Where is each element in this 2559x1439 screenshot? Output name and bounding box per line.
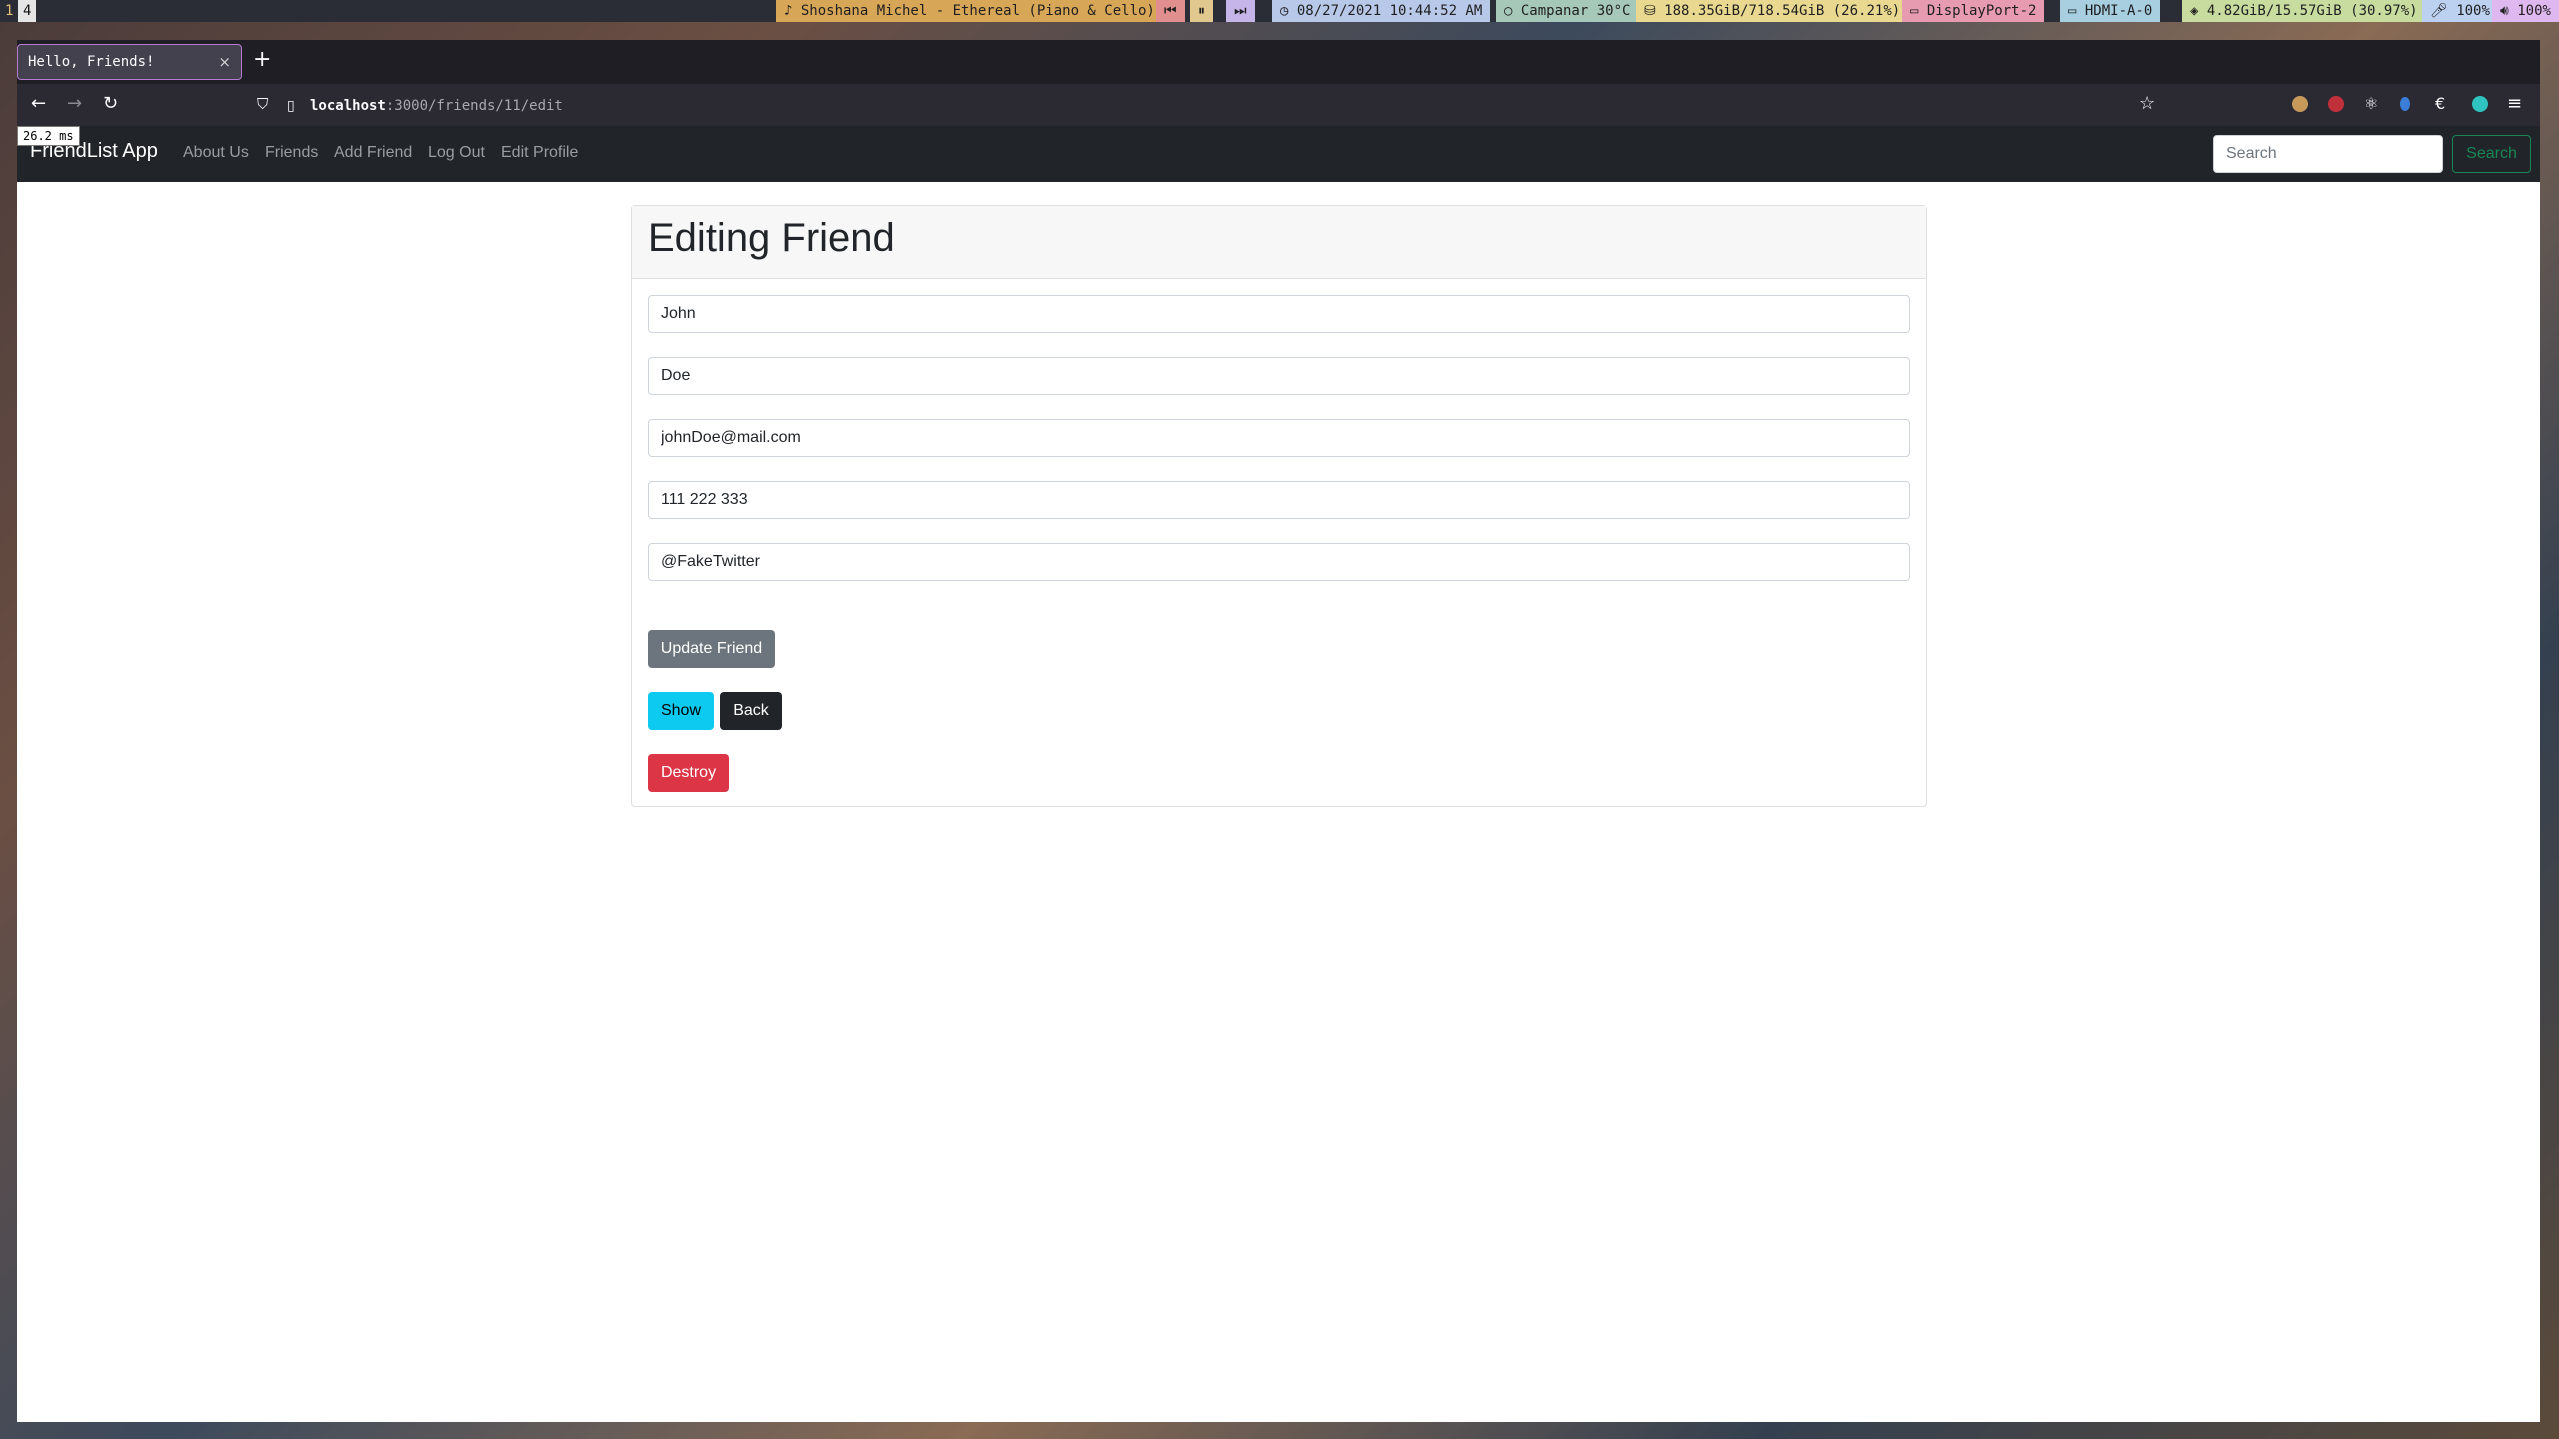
memory-icon: ◈ [2190,3,2207,19]
music-status[interactable]: ♪ Shoshana Michel - Ethereal (Piano & Ce… [776,0,1163,22]
music-icon: ♪ [784,3,801,19]
monitor-icon: ▭ [1910,3,1927,19]
url-host: localhost [310,98,386,114]
nav-add-friend[interactable]: Add Friend [334,144,412,162]
volume-status[interactable]: 🔊︎ 100% [2492,0,2559,22]
nav-log-out[interactable]: Log Out [428,144,485,162]
menu-icon[interactable]: ≡ [2507,94,2522,114]
extension-icon-4[interactable] [2400,97,2410,111]
microphone-icon: 🎤︎ [2430,3,2457,19]
close-tab-icon[interactable]: × [218,53,231,71]
next-track-button[interactable]: ⏭ [1226,0,1255,22]
destroy-button[interactable]: Destroy [648,754,729,792]
prev-track-button[interactable]: ⏮ [1156,0,1185,22]
forward-arrow-icon[interactable]: → [67,94,82,114]
monitor-icon: ▭ [2068,3,2085,19]
nav-about-us[interactable]: About Us [183,144,249,162]
tab-title: Hello, Friends! [28,54,155,70]
first-name-field[interactable] [648,295,1910,333]
display-status-1: ▭ DisplayPort-2 [1902,0,2045,22]
shield-icon[interactable]: ⛉ [257,94,268,114]
nav-friends[interactable]: Friends [265,144,318,162]
browser-window: Hello, Friends! × + ← → ↻ ⛉ ▯ localhost:… [17,40,2540,1422]
url-bar[interactable]: localhost:3000/friends/11/edit [310,96,563,116]
lock-icon: ⛁ [1644,3,1665,19]
new-tab-icon[interactable]: + [253,49,271,71]
extension-icon-1[interactable] [2292,96,2308,112]
clock-icon: ◷ [1280,3,1297,19]
pause-button[interactable]: ⏸ [1190,0,1213,22]
card-header: Editing Friend [632,206,1926,279]
phone-field[interactable] [648,481,1910,519]
mic-status[interactable]: 🎤︎ 100% [2422,0,2498,22]
browser-toolbar: ← → ↻ ⛉ ▯ localhost:3000/friends/11/edit… [17,84,2540,126]
tab-strip: Hello, Friends! × + [17,40,2540,84]
reload-icon[interactable]: ↻ [103,94,118,114]
edit-friend-card: Editing Friend Update Friend Show Back D… [631,205,1927,807]
page-title: Editing Friend [648,216,895,260]
search-button[interactable]: Search [2452,135,2531,173]
browser-tab-active[interactable]: Hello, Friends! × [17,44,242,80]
nav-edit-profile[interactable]: Edit Profile [501,144,578,162]
display-status-2: ▭ HDMI-A-0 [2060,0,2161,22]
bookmark-star-icon[interactable]: ☆ [2139,94,2155,114]
page-icon: ▯ [287,98,295,114]
react-devtools-icon[interactable]: ⚛ [2364,94,2378,114]
weather-status: ○ Campanar 30°C [1496,0,1639,22]
extension-icon-5[interactable]: € [2435,94,2445,114]
extension-icon-6[interactable] [2472,96,2488,112]
show-button[interactable]: Show [648,692,714,730]
back-arrow-icon[interactable]: ← [31,94,46,114]
app-navbar: FriendList App About Us Friends Add Frie… [17,126,2540,182]
speaker-icon: 🔊︎ [2500,3,2518,19]
weather-icon: ○ [1504,3,1521,19]
system-status-bar: 1 4 ♪ Shoshana Michel - Ethereal (Piano … [0,0,2559,22]
email-field[interactable] [648,419,1910,457]
back-button[interactable]: Back [720,692,782,730]
update-friend-button[interactable]: Update Friend [648,630,775,668]
disk-status: ⛁ 188.35GiB/718.54GiB (26.21%) [1636,0,1909,22]
last-name-field[interactable] [648,357,1910,395]
ublock-icon[interactable] [2328,96,2344,112]
workspace-1[interactable]: 1 [0,0,18,22]
url-path: :3000/friends/11/edit [385,98,563,114]
render-time-badge: 26.2 ms [17,126,80,146]
search-input[interactable] [2213,135,2443,173]
clock-status: ◷ 08/27/2021 10:44:52 AM [1272,0,1491,22]
workspace-4[interactable]: 4 [18,0,37,22]
twitter-field[interactable] [648,543,1910,581]
memory-status: ◈ 4.82GiB/15.57GiB (30.97%) [2182,0,2426,22]
